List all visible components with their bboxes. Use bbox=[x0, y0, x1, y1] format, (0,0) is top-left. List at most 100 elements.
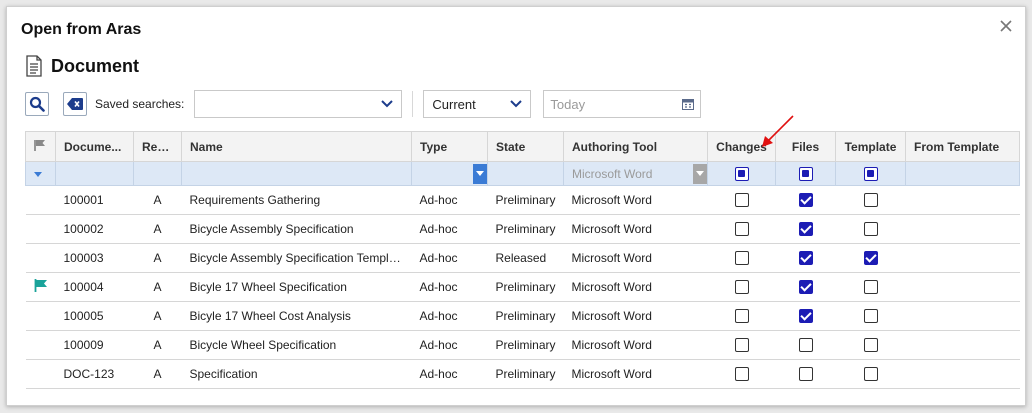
changes-checkbox[interactable] bbox=[734, 338, 749, 353]
table-row[interactable]: 100003 A Bicycle Assembly Specification Te… bbox=[25, 243, 1020, 273]
authoring-tool-cell: Microsoft Word bbox=[563, 272, 708, 302]
clear-search-button[interactable] bbox=[63, 92, 87, 116]
column-header-flag[interactable] bbox=[25, 131, 56, 162]
date-placeholder: Today bbox=[550, 96, 586, 112]
flag-cell[interactable] bbox=[25, 272, 56, 302]
changes-checkbox[interactable] bbox=[734, 193, 749, 208]
version-select[interactable]: Current bbox=[423, 90, 532, 118]
column-header-number[interactable]: Docume... bbox=[55, 131, 134, 162]
document-number-cell: 100001 bbox=[55, 185, 134, 215]
files-checkbox[interactable] bbox=[798, 222, 813, 237]
column-header-authoring-tool[interactable]: Authoring Tool bbox=[563, 131, 708, 162]
column-header-revision[interactable]: Rev... bbox=[133, 131, 182, 162]
changes-checkbox[interactable] bbox=[734, 222, 749, 237]
authoring-tool-cell: Microsoft Word bbox=[563, 214, 708, 244]
files-checkbox[interactable] bbox=[798, 309, 813, 324]
table-row[interactable]: 100004 A Bicyle 17 Wheel Specification Ad-h… bbox=[25, 272, 1020, 302]
column-header-state[interactable]: State bbox=[487, 131, 564, 162]
state-cell: Preliminary bbox=[487, 214, 564, 244]
template-checkbox[interactable] bbox=[863, 280, 878, 295]
changes-cell bbox=[707, 243, 776, 273]
document-number-cell: 100004 bbox=[55, 272, 134, 302]
revision-cell: A bbox=[133, 301, 182, 331]
column-header-template[interactable]: Template bbox=[835, 131, 906, 162]
files-checkbox[interactable] bbox=[798, 193, 813, 208]
backspace-icon bbox=[67, 98, 83, 110]
changes-checkbox[interactable] bbox=[734, 280, 749, 295]
changes-cell bbox=[707, 214, 776, 244]
search-button[interactable] bbox=[25, 92, 49, 116]
column-header-type[interactable]: Type bbox=[411, 131, 488, 162]
revision-cell: A bbox=[133, 243, 182, 273]
close-icon[interactable] bbox=[997, 17, 1015, 35]
document-number-cell: DOC-123 bbox=[55, 359, 134, 389]
toolbar-divider bbox=[412, 91, 414, 117]
from-template-cell bbox=[905, 359, 1020, 389]
files-checkbox[interactable] bbox=[798, 338, 813, 353]
chevron-down-icon bbox=[381, 100, 394, 108]
files-checkbox[interactable] bbox=[798, 280, 813, 295]
changes-checkbox[interactable] bbox=[734, 367, 749, 382]
date-input[interactable]: Today bbox=[543, 90, 702, 118]
template-checkbox[interactable] bbox=[863, 222, 878, 237]
filter-menu-cell[interactable] bbox=[25, 161, 56, 186]
flag-cell[interactable] bbox=[25, 243, 56, 273]
flag-cell[interactable] bbox=[25, 359, 56, 389]
files-checkbox[interactable] bbox=[798, 251, 813, 266]
document-number-cell: 100009 bbox=[55, 330, 134, 360]
filter-authoring-tool[interactable]: Microsoft Word bbox=[563, 161, 708, 186]
template-checkbox[interactable] bbox=[863, 338, 878, 353]
flag-cell[interactable] bbox=[25, 330, 56, 360]
template-checkbox[interactable] bbox=[863, 367, 878, 382]
type-filter-dropdown-button[interactable] bbox=[473, 163, 487, 184]
revision-cell: A bbox=[133, 359, 182, 389]
type-cell: Ad-hoc bbox=[411, 185, 488, 215]
caret-down-icon bbox=[476, 170, 484, 176]
changes-checkbox[interactable] bbox=[734, 309, 749, 324]
files-checkbox[interactable] bbox=[798, 367, 813, 382]
header-row: Docume... Rev... Name Type State Authori… bbox=[25, 131, 1020, 162]
changes-cell bbox=[707, 359, 776, 389]
table-row[interactable]: DOC-123 A Specification Ad-hoc Preliminary Mi… bbox=[25, 359, 1020, 389]
filter-changes[interactable] bbox=[707, 161, 776, 186]
template-checkbox[interactable] bbox=[863, 251, 878, 266]
column-header-name[interactable]: Name bbox=[181, 131, 412, 162]
filter-type[interactable] bbox=[411, 161, 488, 186]
document-number-cell: 100005 bbox=[55, 301, 134, 331]
table-row[interactable]: 100009 A Bicycle Wheel Specification Ad-hoc… bbox=[25, 330, 1020, 360]
revision-cell: A bbox=[133, 272, 182, 302]
state-cell: Preliminary bbox=[487, 301, 564, 331]
authoring-tool-cell: Microsoft Word bbox=[563, 359, 708, 389]
table-row[interactable]: 100002 A Bicycle Assembly Specification Ad-… bbox=[25, 214, 1020, 244]
template-filter-checkbox[interactable] bbox=[863, 166, 878, 181]
saved-searches-select[interactable] bbox=[194, 90, 403, 118]
revision-cell: A bbox=[133, 214, 182, 244]
filter-from-template[interactable] bbox=[905, 161, 1020, 186]
type-cell: Ad-hoc bbox=[411, 243, 488, 273]
files-filter-checkbox[interactable] bbox=[798, 166, 813, 181]
filter-name[interactable] bbox=[181, 161, 412, 186]
filter-revision[interactable] bbox=[133, 161, 182, 186]
template-cell bbox=[835, 214, 906, 244]
flag-cell[interactable] bbox=[25, 214, 56, 244]
changes-checkbox[interactable] bbox=[734, 251, 749, 266]
filter-files[interactable] bbox=[775, 161, 836, 186]
caret-down-icon bbox=[34, 171, 42, 177]
revision-cell: A bbox=[133, 330, 182, 360]
filter-template[interactable] bbox=[835, 161, 906, 186]
authoring-tool-filter-dropdown-button[interactable] bbox=[693, 163, 707, 184]
filter-number[interactable] bbox=[55, 161, 134, 186]
table-row[interactable]: 100001 A Requirements Gathering Ad-hoc Preli… bbox=[25, 185, 1020, 215]
name-cell: Bicycle Assembly Specification Template bbox=[181, 243, 412, 273]
calendar-icon[interactable] bbox=[682, 98, 695, 110]
template-checkbox[interactable] bbox=[863, 309, 878, 324]
changes-filter-checkbox[interactable] bbox=[734, 166, 749, 181]
flag-cell[interactable] bbox=[25, 185, 56, 215]
template-checkbox[interactable] bbox=[863, 193, 878, 208]
table-row[interactable]: 100005 A Bicyle 17 Wheel Cost Analysis Ad-h… bbox=[25, 301, 1020, 331]
from-template-cell bbox=[905, 330, 1020, 360]
authoring-tool-filter-value: Microsoft Word bbox=[572, 166, 653, 181]
filter-state[interactable] bbox=[487, 161, 564, 186]
column-header-from-template[interactable]: From Template bbox=[905, 131, 1020, 162]
flag-cell[interactable] bbox=[25, 301, 56, 331]
